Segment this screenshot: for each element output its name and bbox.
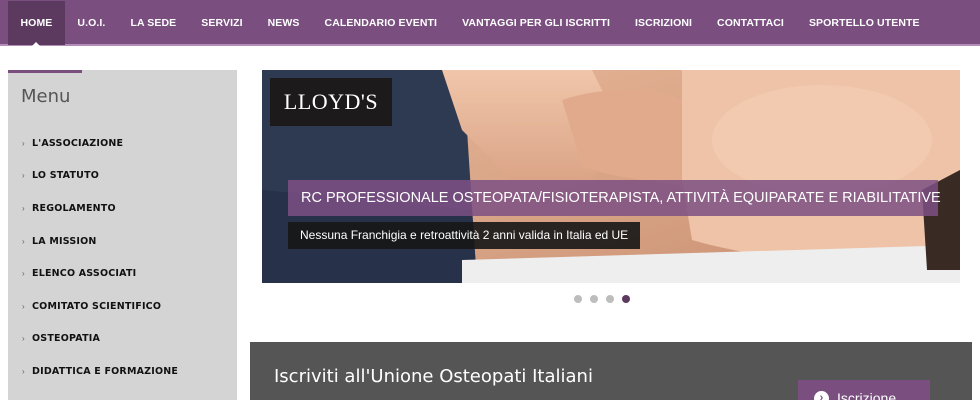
signup-button[interactable]: › Iscrizione: [798, 380, 930, 400]
chevron-circle-icon: ›: [814, 390, 829, 400]
nav-item-sportello-utente[interactable]: SPORTELLO UTENTE: [796, 1, 932, 45]
top-navigation-bar: HOME U.O.I. LA SEDE SERVIZI NEWS CALENDARIO E…: [0, 0, 980, 47]
nav-item-servizi[interactable]: SERVIZI: [189, 1, 255, 45]
slider-dot-2[interactable]: [590, 295, 598, 303]
sidebar-item-la-mission[interactable]: › LA MISSION: [22, 225, 232, 258]
nav-item-home[interactable]: HOME: [8, 1, 65, 47]
chevron-right-icon: ›: [22, 366, 25, 376]
sidebar-item-label: LO STATUTO: [32, 170, 100, 182]
slider-pagination: [574, 295, 630, 303]
nav-items: HOME U.O.I. LA SEDE SERVIZI NEWS CALENDARIO E…: [0, 0, 980, 47]
slide-subcaption: Nessuna Franchigia e retroattività 2 ann…: [288, 222, 641, 249]
sidebar-item-ricerca-scientifica[interactable]: ›RICERCA SCIENTIFICA: [22, 388, 232, 400]
sidebar-item-regolamento[interactable]: › REGOLAMENTO: [22, 192, 232, 225]
chevron-right-icon: ›: [22, 269, 25, 279]
sidebar-item-label: DIDATTICA E FORMAZIONE: [32, 365, 179, 377]
sidebar-item-label: COMITATO SCIENTIFICO: [32, 300, 162, 312]
sidebar-item-osteopatia[interactable]: › OSTEOPATIA: [22, 323, 232, 356]
chevron-right-icon: ›: [22, 203, 25, 213]
sidebar-item-lo-statuto[interactable]: › LO STATUTO: [22, 160, 232, 193]
sidebar-item-l-associazione[interactable]: › L'ASSOCIAZIONE: [22, 127, 232, 160]
hero-slider[interactable]: LLOYD'S RC PROFESSIONALE OSTEOPATA/FISIO…: [262, 70, 960, 283]
signup-banner: Iscriviti all'Unione Osteopati Italiani …: [250, 342, 972, 400]
sidebar-item-elenco-associati[interactable]: › ELENCO ASSOCIATI: [22, 257, 232, 290]
menu-title: Menu: [21, 86, 71, 107]
sidebar-accent-line: [8, 70, 82, 73]
banner-text: Iscriviti all'Unione Osteopati Italiani: [274, 366, 593, 387]
chevron-right-icon: ›: [22, 171, 25, 181]
slider-dot-4[interactable]: [622, 295, 630, 303]
sidebar-menu: Menu › L'ASSOCIAZIONE › LO STATUTO › REGOLAME…: [8, 70, 237, 400]
nav-item-iscrizioni[interactable]: ISCRIZIONI: [623, 1, 705, 45]
chevron-right-icon: ›: [22, 301, 25, 311]
nav-item-u-o-i[interactable]: U.O.I.: [65, 1, 118, 45]
nav-item-vantaggi-per-gli-iscritti[interactable]: VANTAGGI PER GLI ISCRITTI: [450, 1, 623, 45]
nav-item-calendario-eventi[interactable]: CALENDARIO EVENTI: [312, 1, 450, 45]
nav-item-news[interactable]: NEWS: [255, 1, 312, 45]
slider-dot-3[interactable]: [606, 295, 614, 303]
nav-item-contattaci[interactable]: CONTATTACI: [705, 1, 797, 45]
sidebar-item-label: L'ASSOCIAZIONE: [32, 137, 124, 149]
signup-button-label: Iscrizione: [837, 390, 897, 400]
chevron-right-icon: ›: [22, 236, 25, 246]
sidebar-item-label: LA MISSION: [32, 235, 97, 247]
slide-caption: RC PROFESSIONALE OSTEOPATA/FISIOTERAPIST…: [288, 180, 941, 216]
menu-list: › L'ASSOCIAZIONE › LO STATUTO › REGOLAMENTO › L…: [22, 127, 232, 400]
sidebar-item-label: REGOLAMENTO: [32, 202, 116, 214]
sidebar-item-comitato-scientifico[interactable]: › COMITATO SCIENTIFICO: [22, 290, 232, 323]
sidebar-item-label: ELENCO ASSOCIATI: [32, 268, 137, 280]
slider-dot-1[interactable]: [574, 295, 582, 303]
sidebar-item-didattica-e-formazione[interactable]: › DIDATTICA E FORMAZIONE: [22, 355, 232, 388]
sidebar-item-label: OSTEOPATIA: [32, 333, 101, 345]
nav-item-la-sede[interactable]: LA SEDE: [118, 1, 189, 45]
chevron-right-icon: ›: [22, 334, 25, 344]
lloyds-logo: LLOYD'S: [270, 78, 392, 126]
chevron-right-icon: ›: [22, 138, 25, 148]
